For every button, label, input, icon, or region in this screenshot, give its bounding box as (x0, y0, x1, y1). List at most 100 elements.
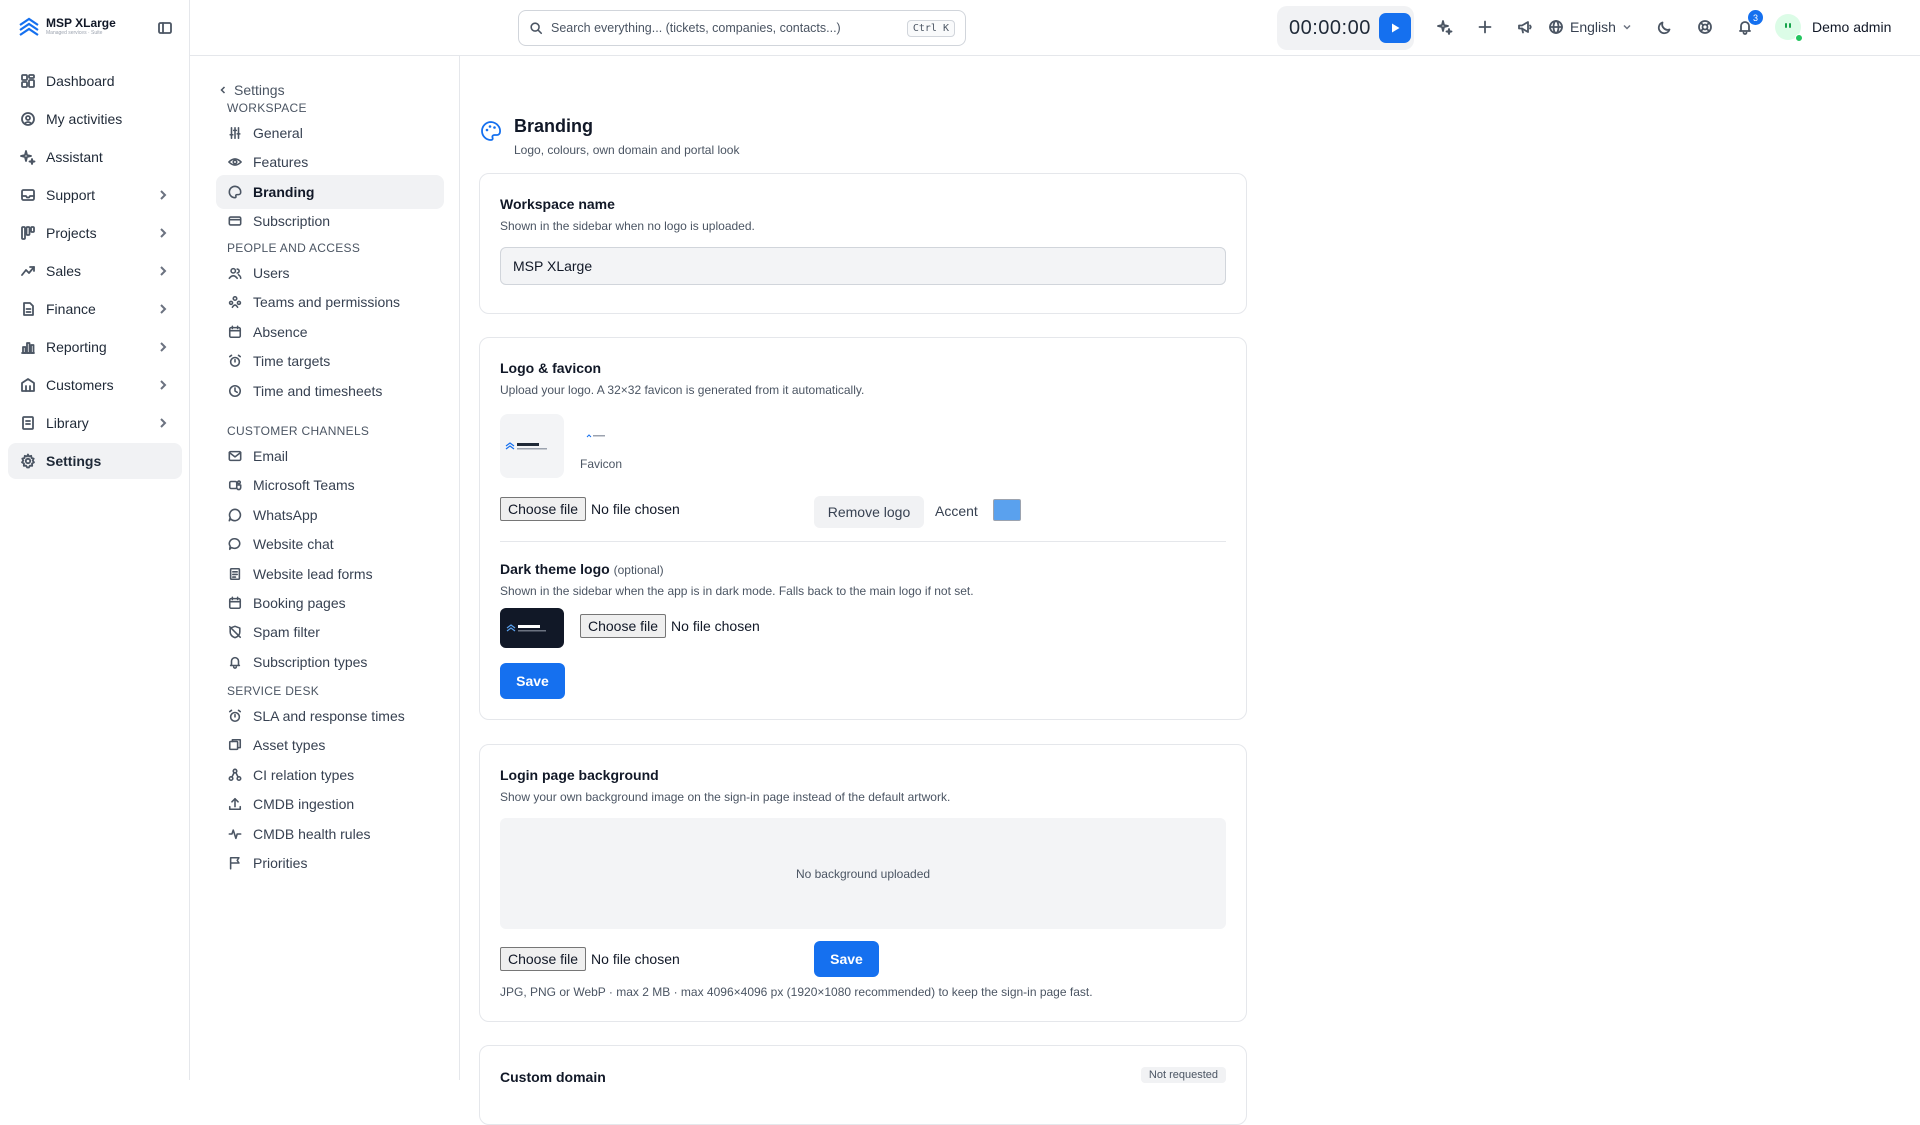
save-logo-button[interactable]: Save (500, 663, 565, 699)
dark-logo-thumbnail-icon (506, 624, 546, 632)
sidebar-item-settings[interactable]: Settings (8, 443, 182, 479)
chevron-right-icon (160, 342, 167, 352)
collapse-sidebar-button[interactable] (157, 20, 173, 36)
logo-favicon-card: Logo & favicon Upload your logo. A 32×32… (479, 337, 1247, 720)
sidebar-toggle-icon (158, 22, 172, 34)
sidebar-item-assistant[interactable]: Assistant (8, 139, 182, 175)
sidebar-item-label: Support (46, 187, 96, 203)
form-icon (229, 567, 241, 580)
dark-logo-description: Shown in the sidebar when the app is in … (500, 584, 974, 598)
background-hint: JPG, PNG or WebP · max 2 MB · max 4096×4… (500, 985, 1093, 999)
sidebar-item-label: Library (46, 415, 89, 431)
sidebar-item-customers[interactable]: Customers (8, 367, 182, 403)
workspace-name-input[interactable]: MSP XLarge (500, 247, 1226, 285)
dark-logo-title-text: Dark theme logo (500, 561, 610, 577)
save-background-button[interactable]: Save (814, 941, 879, 977)
settings-item-label: WhatsApp (253, 506, 318, 523)
help-button[interactable] (1697, 19, 1713, 35)
reporting-icon (21, 342, 35, 354)
user-menu[interactable]: Demo admin (1812, 19, 1891, 35)
sidebar-item-label: Settings (46, 453, 102, 469)
logo-file-input[interactable]: Choose file No file chosen (500, 497, 680, 521)
chevron-right-icon (160, 190, 167, 200)
app-logo[interactable]: MSP XLarge Managed services · Suite (18, 16, 116, 36)
settings-item-label: Website lead forms (253, 565, 373, 582)
settings-item-subscription-types[interactable]: Subscription types (216, 645, 444, 679)
sidebar-item-label: Dashboard (46, 73, 115, 89)
page-header: Branding Logo, colours, own domain and p… (480, 116, 739, 157)
settings-item-label: Features (253, 154, 309, 171)
upload-icon (228, 798, 242, 811)
card-description: Show your own background image on the si… (500, 790, 951, 804)
sidebar-item-support[interactable]: Support (8, 177, 182, 213)
dark-logo-preview (500, 608, 564, 648)
ai-assistant-button[interactable] (1437, 19, 1453, 35)
create-new-button[interactable] (1477, 19, 1493, 35)
app-tagline: Managed services · Suite (46, 29, 103, 36)
announcements-button[interactable] (1517, 19, 1533, 35)
choose-file-button[interactable]: Choose file (500, 947, 587, 971)
settings-item-subscription[interactable]: Subscription (216, 204, 444, 238)
global-search-input[interactable]: Search everything... (tickets, companies… (518, 10, 966, 46)
search-shortcut: Ctrl K (906, 19, 955, 37)
asset-icon (228, 739, 242, 751)
workspace-name-card: Workspace name Shown in the sidebar when… (479, 173, 1247, 314)
customers-icon (21, 378, 35, 392)
shield-off-icon (228, 625, 242, 639)
chevron-right-icon (160, 304, 167, 314)
language-selector[interactable]: English (1548, 19, 1632, 35)
sidebar-item-finance[interactable]: Finance (8, 291, 182, 327)
sidebar-item-label: Sales (46, 263, 82, 279)
alarm-icon (228, 709, 242, 723)
settings-item-priorities[interactable]: Priorities (216, 846, 444, 880)
settings-item-label: Website chat (253, 536, 334, 553)
background-preview: No background uploaded (500, 818, 1226, 929)
app-name: MSP XLarge (46, 15, 116, 30)
settings-item-time-and-timesheets[interactable]: Time and timesheets (216, 374, 444, 408)
card-icon (228, 216, 242, 226)
online-status-dot (1795, 34, 1803, 42)
card-title: Logo & favicon (500, 360, 602, 376)
settings-item-label: Spam filter (253, 624, 320, 641)
moon-icon (1657, 21, 1671, 35)
settings-item-label: Subscription (253, 213, 331, 230)
favicon-preview (586, 432, 614, 440)
background-file-input[interactable]: Choose file No file chosen (500, 947, 680, 971)
chevron-left-icon (220, 86, 226, 94)
choose-file-button[interactable]: Choose file (580, 614, 667, 638)
dark-logo-file-input[interactable]: Choose file No file chosen (580, 614, 760, 638)
sidebar-item-library[interactable]: Library (8, 405, 182, 441)
file-status: No file chosen (671, 618, 760, 634)
settings-item-label: Teams and permissions (253, 294, 401, 311)
remove-logo-button[interactable]: Remove logo (814, 496, 924, 528)
timer-start-button[interactable] (1378, 13, 1411, 43)
main-nav: Dashboard My activities Assistant Support Pr… (8, 63, 182, 481)
sparkle-icon (1437, 20, 1453, 35)
settings-item-label: Booking pages (253, 595, 346, 611)
sidebar-item-dashboard[interactable]: Dashboard (8, 63, 182, 99)
sidebar-item-my-activities[interactable]: My activities (8, 101, 182, 137)
settings-section-title: SERVICE DESK (227, 684, 320, 698)
sidebar-item-projects[interactable]: Projects (8, 215, 182, 251)
language-label: English (1570, 19, 1616, 35)
dark-mode-toggle[interactable] (1657, 19, 1673, 35)
logo-mark-icon (19, 17, 39, 36)
sidebar-item-label: Assistant (46, 149, 103, 165)
back-to-settings-link[interactable]: Settings (218, 82, 285, 98)
file-status: No file chosen (591, 951, 680, 967)
sidebar-item-reporting[interactable]: Reporting (8, 329, 182, 365)
settings-item-label: Asset types (253, 737, 326, 754)
settings-section-title: WORKSPACE (227, 101, 307, 115)
choose-file-button[interactable]: Choose file (500, 497, 587, 521)
sidebar-item-label: Customers (46, 377, 114, 393)
main-sidebar: MSP XLarge Managed services · Suite Dash… (0, 0, 190, 1080)
dashboard-icon (21, 74, 35, 88)
back-label: Settings (234, 82, 285, 98)
sliders-icon (229, 126, 241, 140)
sidebar-item-sales[interactable]: Sales (8, 253, 182, 289)
accent-color-picker[interactable] (993, 499, 1021, 521)
sparkle-icon (20, 150, 36, 165)
eye-icon (228, 158, 242, 167)
support-icon (21, 189, 35, 201)
activity-icon (21, 112, 35, 126)
